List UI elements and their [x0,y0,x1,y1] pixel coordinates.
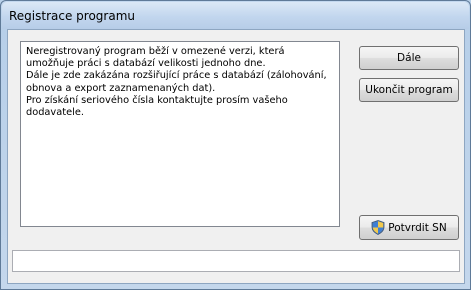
dialog-content: Neregistrovaný program běží v omezené ve… [7,29,465,284]
uac-shield-icon [371,220,385,235]
message-textbox[interactable]: Neregistrovaný program běží v omezené ve… [20,41,340,227]
confirm-sn-button-label: Potvrdit SN [388,221,447,234]
next-button-label: Dále [397,52,421,64]
message-line-1: Neregistrovaný program běží v omezené ve… [26,46,288,70]
serial-number-field[interactable] [12,250,460,272]
next-button[interactable]: Dále [359,46,459,70]
registration-window: Registrace programu Neregistrovaný progr… [0,0,471,290]
title-bar[interactable]: Registrace programu [2,2,469,29]
quit-program-button[interactable]: Ukončit program [359,78,459,102]
message-line-4: Pro získání seriového čísla kontaktujte … [26,94,291,119]
message-line-2: Dále je zde zakázána rozšiřující práce s… [26,70,330,94]
confirm-sn-button[interactable]: Potvrdit SN [359,215,459,240]
window-title: Registrace programu [9,9,135,23]
quit-program-button-label: Ukončit program [365,84,453,96]
